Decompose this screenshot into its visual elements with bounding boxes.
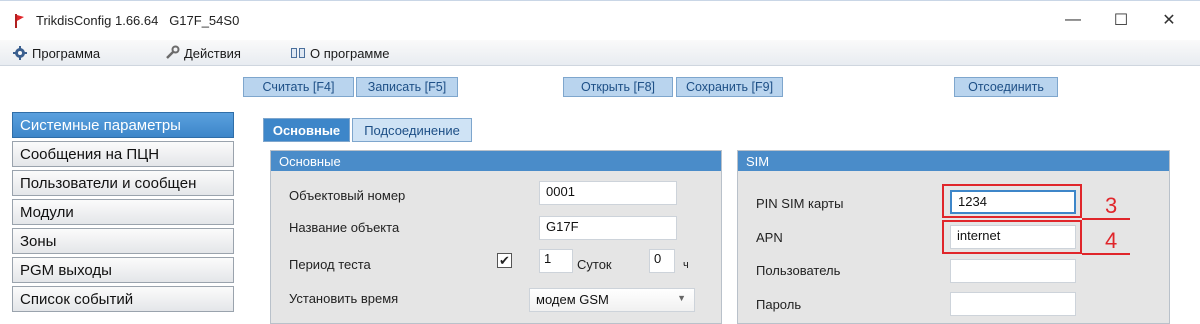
read-button[interactable]: Считать [F4] xyxy=(243,77,354,97)
sidebar-item-modules[interactable]: Модули xyxy=(12,199,234,225)
callout-number-4: 4 xyxy=(1105,228,1118,253)
sim-user-field[interactable] xyxy=(950,259,1076,283)
sidebar-item-pgm-outputs[interactable]: PGM выходы xyxy=(12,257,234,283)
set-time-label: Установить время xyxy=(289,291,399,306)
disconnect-button[interactable]: Отсоединить xyxy=(954,77,1058,97)
menu-program[interactable]: Программа xyxy=(12,44,100,62)
gear-icon xyxy=(13,46,27,60)
apn-label: APN xyxy=(756,230,783,245)
set-time-select-value: модем GSM xyxy=(536,292,609,307)
sidebar-item-messages-to-cms[interactable]: Сообщения на ПЦН xyxy=(12,141,234,167)
callout-number-3: 3 xyxy=(1105,193,1118,218)
sim-password-label: Пароль xyxy=(756,297,802,312)
sidebar-item-users-and-messages[interactable]: Пользователи и сообщен xyxy=(12,170,234,196)
test-days-field[interactable]: 1 xyxy=(539,249,573,273)
sidebar: Системные параметры Сообщения на ПЦН Пол… xyxy=(12,112,234,315)
close-button[interactable]: ✕ xyxy=(1146,1,1192,39)
sim-user-label: Пользователь xyxy=(756,263,841,278)
menu-bar: Программа Действия О программе xyxy=(0,40,1200,66)
main-panel-header: Основные xyxy=(271,151,721,171)
tab-main[interactable]: Основные xyxy=(263,118,350,142)
maximize-button[interactable]: ☐ xyxy=(1098,1,1144,39)
test-period-checkbox[interactable]: ✔ xyxy=(497,253,512,268)
sidebar-item-event-list[interactable]: Список событий xyxy=(12,286,234,312)
set-time-select[interactable]: модем GSM ▼ xyxy=(529,288,695,312)
open-button[interactable]: Открыть [F8] xyxy=(563,77,673,97)
menu-actions[interactable]: Действия xyxy=(164,44,241,62)
test-hours-unit: ч xyxy=(683,259,689,271)
window-title: TrikdisConfig 1.66.64 G17F_54S0 xyxy=(36,13,240,28)
sim-panel-header: SIM xyxy=(738,151,1169,171)
apn-highlight-box xyxy=(942,220,1082,254)
test-period-label: Период теста xyxy=(289,257,371,272)
main-settings-panel: Основные Объектовый номер 0001 Название … xyxy=(270,150,722,324)
app-icon xyxy=(15,14,24,28)
object-name-field[interactable]: G17F xyxy=(539,216,677,240)
tab-connection[interactable]: Подсоединение xyxy=(352,118,472,142)
save-button[interactable]: Сохранить [F9] xyxy=(676,77,783,97)
sidebar-item-system-parameters[interactable]: Системные параметры xyxy=(12,112,234,138)
menu-about[interactable]: О программе xyxy=(290,44,390,62)
pin-sim-label: PIN SIM карты xyxy=(756,196,844,211)
test-days-unit: Суток xyxy=(577,257,612,272)
object-name-label: Название объекта xyxy=(289,220,400,235)
pin-highlight-box xyxy=(942,184,1082,218)
sim-password-field[interactable] xyxy=(950,292,1076,316)
test-hours-field[interactable]: 0 xyxy=(649,249,675,273)
chevron-down-icon: ▼ xyxy=(677,293,686,303)
write-button[interactable]: Записать [F5] xyxy=(356,77,458,97)
object-number-label: Объектовый номер xyxy=(289,188,406,203)
wrench-icon xyxy=(166,45,180,59)
object-number-field[interactable]: 0001 xyxy=(539,181,677,205)
sidebar-item-zones[interactable]: Зоны xyxy=(12,228,234,254)
title-bar: TrikdisConfig 1.66.64 G17F_54S0 — ☐ ✕ xyxy=(0,0,1200,40)
minimize-button[interactable]: — xyxy=(1050,1,1096,39)
menu-program-label: Программа xyxy=(32,45,101,61)
menu-actions-label: Действия xyxy=(184,45,241,61)
book-icon xyxy=(291,48,305,58)
menu-about-label: О программе xyxy=(310,45,390,61)
